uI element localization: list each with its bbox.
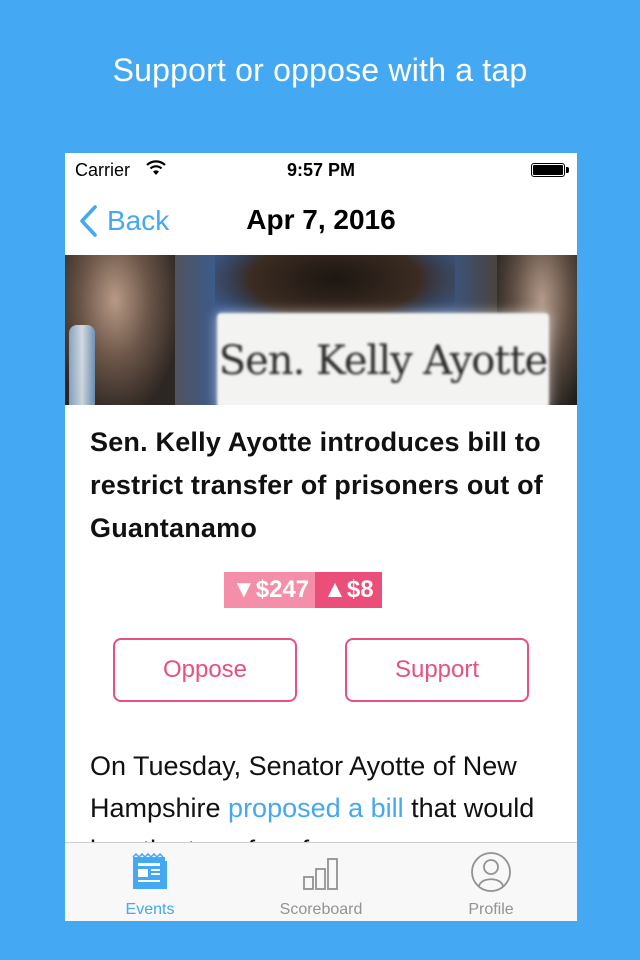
tab-bar: Events Scoreboard Profile [65,842,577,921]
hero-hair [215,255,455,315]
proposed-bill-link[interactable]: proposed a bill [228,793,404,823]
article-title: Sen. Kelly Ayotte introduces bill to res… [90,427,543,543]
events-icon [132,853,167,889]
tab-events-label: Events [125,901,175,918]
oppose-button[interactable]: Oppose [113,638,297,702]
scoreboard-icon [303,858,338,890]
hero-nameplate: Sen. Kelly Ayotte [217,313,549,405]
profile-icon [471,852,511,892]
marketing-headline: Support or oppose with a tap [112,52,528,88]
status-time: 9:57 PM [286,160,356,180]
donation-totals: ▼$247 ▲$8 [224,572,382,608]
body-text-after-link: that would [403,793,535,823]
status-bar: Carrier 9:57 PM [65,153,577,187]
hero-image: Sen. Kelly Ayotte [65,255,577,405]
support-button[interactable]: Support [345,638,529,702]
tab-profile[interactable]: Profile [406,843,576,921]
hero-water-bottle [69,325,95,405]
page-title: Apr 7, 2016 [246,204,396,235]
tab-profile-label: Profile [468,901,514,918]
support-total-badge: ▲$8 [315,572,382,608]
tab-events[interactable]: Events [65,843,235,921]
battery-icon [531,163,569,177]
navigation-bar: Back Apr 7, 2016 [65,187,577,255]
phone-screen: Carrier 9:57 PM Back Apr 7, 2016 Sen. Ke… [65,153,577,921]
tab-scoreboard[interactable]: Scoreboard [236,843,406,921]
tab-scoreboard-label: Scoreboard [279,901,363,918]
oppose-total-badge: ▼$247 [224,572,316,608]
